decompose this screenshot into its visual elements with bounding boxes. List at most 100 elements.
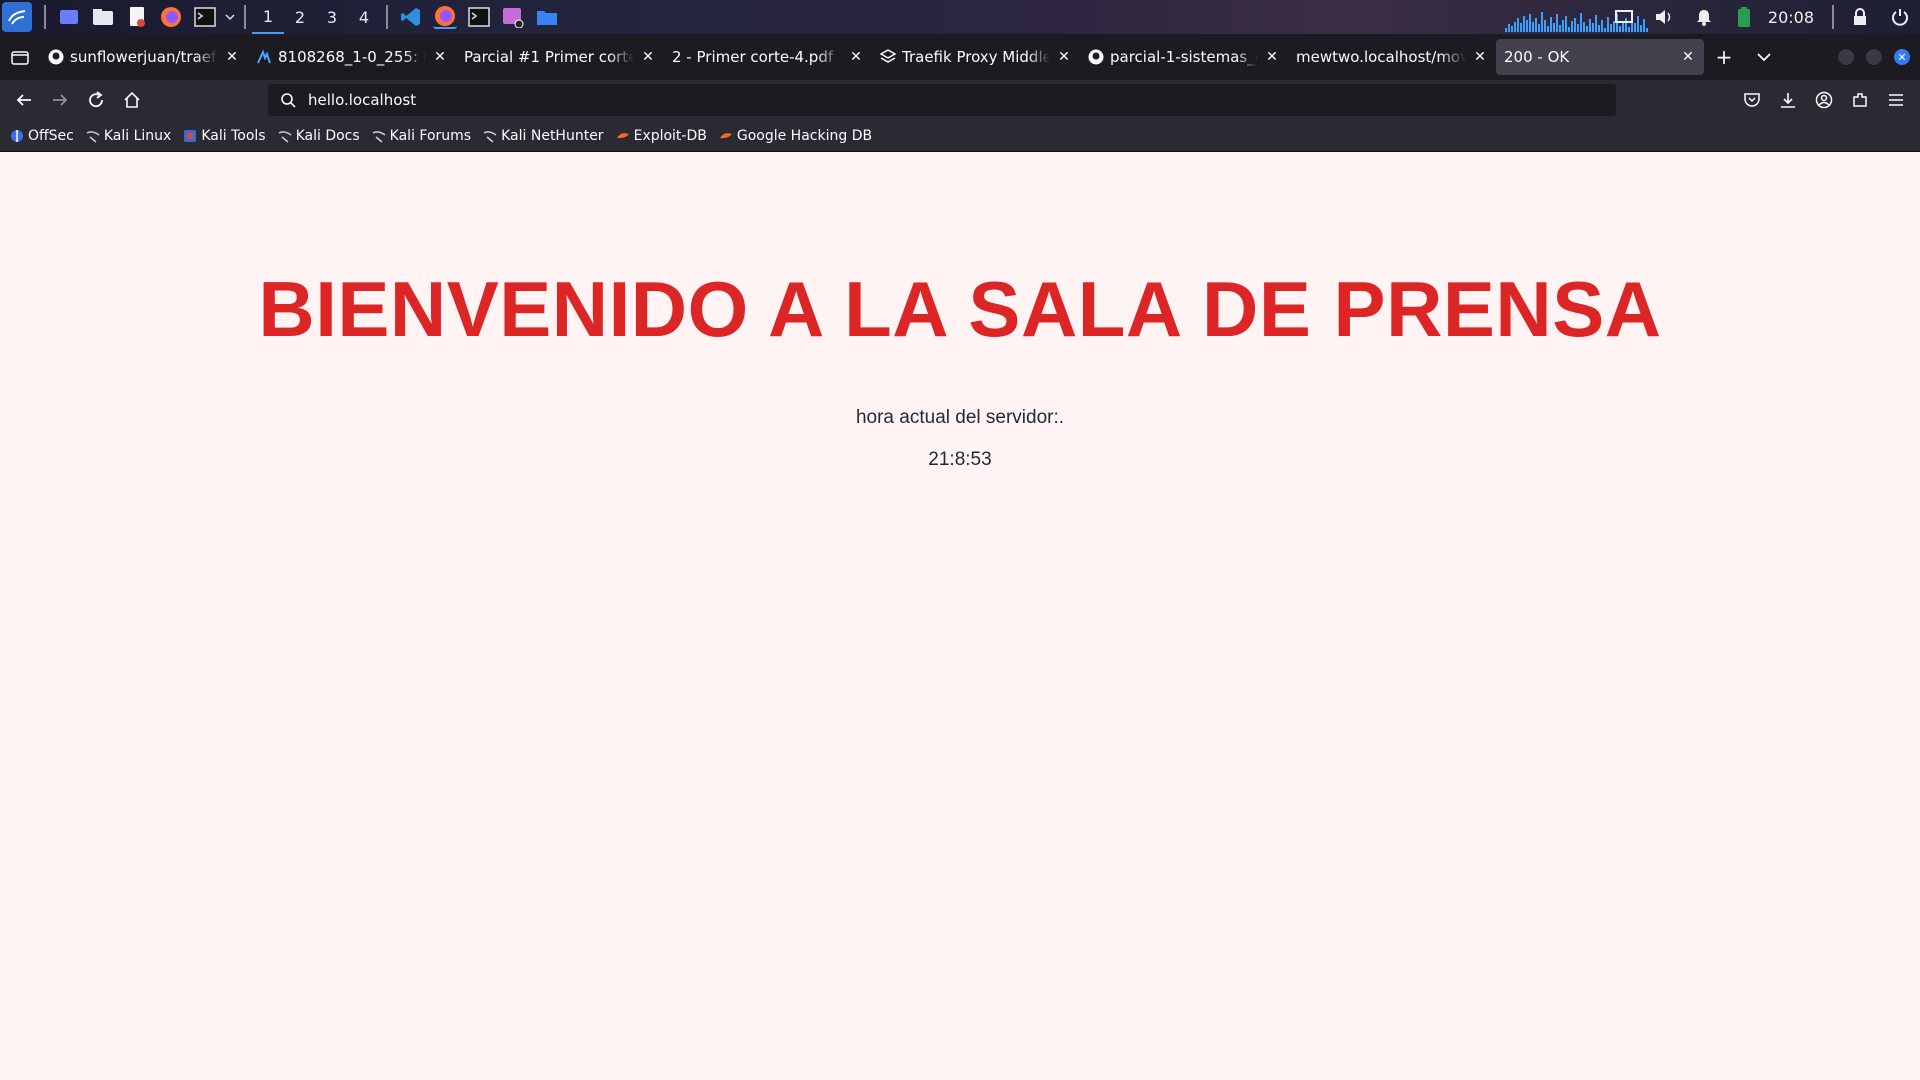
kali-dragon-icon: [372, 129, 386, 143]
show-desktop-icon[interactable]: [57, 5, 81, 29]
kali-dragon-icon: [86, 129, 100, 143]
account-button[interactable]: [1806, 84, 1842, 116]
bookmark-kali-nethunter[interactable]: Kali NetHunter: [483, 128, 604, 144]
bookmark-kali-tools[interactable]: Kali Tools: [183, 127, 266, 144]
notification-bell-icon[interactable]: [1692, 5, 1716, 29]
terminal-icon[interactable]: [193, 5, 217, 29]
system-tray: 20:08: [1604, 0, 1920, 34]
tab-title: Traefik Proxy Middlewa: [902, 48, 1050, 66]
list-all-tabs-button[interactable]: [1744, 39, 1784, 75]
lock-icon[interactable]: [1848, 5, 1872, 29]
firefox-icon[interactable]: [159, 5, 183, 29]
bookmark-label: Kali Tools: [201, 127, 266, 144]
url-input[interactable]: [308, 91, 1588, 109]
hamburger-menu-icon: [1889, 94, 1903, 106]
maximize-button[interactable]: [1866, 49, 1882, 65]
tab-parcial-primer-corte[interactable]: Parcial #1 Primer corte - 1 ✕: [456, 39, 664, 75]
back-button[interactable]: [6, 84, 42, 116]
chevron-down-icon[interactable]: [224, 5, 236, 29]
close-icon[interactable]: ✕: [1680, 49, 1696, 65]
screenshot-tool-icon[interactable]: [501, 5, 525, 29]
pocket-button[interactable]: [1734, 84, 1770, 116]
bookmark-label: Kali Forums: [389, 127, 472, 144]
text-editor-icon[interactable]: [125, 5, 149, 29]
bookmark-exploit-db[interactable]: Exploit-DB: [616, 128, 707, 144]
offsec-icon: [10, 129, 24, 143]
bookmark-offsec[interactable]: OffSec: [10, 128, 74, 144]
kali-menu-icon[interactable]: [2, 2, 32, 32]
close-window-button[interactable]: ✕: [1894, 49, 1910, 65]
reload-button[interactable]: [78, 84, 114, 116]
close-icon[interactable]: ✕: [432, 49, 448, 65]
bookmark-label: OffSec: [28, 127, 74, 144]
close-icon[interactable]: ✕: [224, 49, 240, 65]
battery-icon[interactable]: [1732, 5, 1756, 29]
bookmark-label: Exploit-DB: [633, 127, 707, 144]
tab-pdf-primer-corte[interactable]: 2 - Primer corte-4.pdf ✕: [664, 39, 872, 75]
file-manager-icon[interactable]: [91, 5, 115, 29]
workspace-1[interactable]: 1: [252, 0, 284, 34]
workspace-4[interactable]: 4: [348, 0, 380, 34]
traefik-icon: [880, 49, 896, 65]
tab-github-parcial[interactable]: parcial-1-sistemas_dist ✕: [1080, 39, 1288, 75]
new-tab-button[interactable]: +: [1704, 39, 1744, 75]
close-icon[interactable]: ✕: [1056, 49, 1072, 65]
forward-button[interactable]: [42, 84, 78, 116]
reload-icon: [89, 91, 103, 108]
bookmark-kali-linux[interactable]: Kali Linux: [86, 128, 171, 144]
taskbar-clock[interactable]: 20:08: [1768, 8, 1814, 27]
volume-icon[interactable]: [1652, 5, 1676, 29]
folder-icon[interactable]: [535, 5, 559, 29]
vscode-icon[interactable]: [399, 5, 423, 29]
tab-title: mewtwo.localhost/movies: [1296, 48, 1466, 66]
extensions-button[interactable]: [1842, 84, 1878, 116]
kali-tools-icon: [183, 129, 197, 143]
firefox-window-icon[interactable]: [433, 5, 457, 29]
taskbar-separator: [44, 5, 46, 29]
firefox-view-icon[interactable]: [0, 34, 40, 80]
bookmark-kali-docs[interactable]: Kali Docs: [278, 128, 360, 144]
page-content: BIENVENIDO A LA SALA DE PRENSA hora actu…: [0, 152, 1920, 1080]
bookmark-kali-forums[interactable]: Kali Forums: [372, 128, 471, 144]
server-time-label: hora actual del servidor:.: [855, 407, 1065, 428]
bookmark-google-hacking-db[interactable]: Google Hacking DB: [719, 128, 872, 144]
taskbar-separator: [1832, 5, 1834, 29]
app-menu-button[interactable]: [1878, 84, 1914, 116]
kali-dragon-icon: [483, 129, 497, 143]
workspace-3[interactable]: 3: [316, 0, 348, 34]
tab-title: sunflowerjuan/traefik_: [70, 48, 218, 66]
tab-github-traefik[interactable]: sunflowerjuan/traefik_ ✕: [40, 39, 248, 75]
tab-active-200-ok[interactable]: 200 - OK ✕: [1496, 39, 1704, 75]
moodle-icon: [256, 49, 272, 65]
puzzle-icon: [1853, 93, 1867, 107]
close-icon[interactable]: ✕: [1264, 49, 1280, 65]
close-icon[interactable]: ✕: [640, 49, 656, 65]
close-icon[interactable]: ✕: [848, 49, 864, 65]
window-controls: ✕: [1832, 34, 1916, 80]
display-icon[interactable]: [1612, 5, 1636, 29]
server-time-value: 21:8:53: [928, 449, 992, 470]
url-bar[interactable]: [268, 84, 1616, 116]
tab-title: parcial-1-sistemas_dist: [1110, 48, 1258, 66]
chevron-down-icon: [1757, 53, 1771, 62]
account-icon: [1815, 91, 1833, 109]
workspace-2[interactable]: 2: [284, 0, 316, 34]
search-icon: [268, 92, 308, 108]
taskbar-separator: [244, 5, 246, 29]
tab-traefik-docs[interactable]: Traefik Proxy Middlewa ✕: [872, 39, 1080, 75]
tab-moodle-parcial[interactable]: 8108268_1-0_255: Parc ✕: [248, 39, 456, 75]
pocket-icon: [1744, 93, 1760, 107]
downloads-button[interactable]: [1770, 84, 1806, 116]
tab-mewtwo-movies[interactable]: mewtwo.localhost/movies ✕: [1288, 39, 1496, 75]
download-icon: [1781, 93, 1795, 108]
minimize-button[interactable]: [1838, 49, 1854, 65]
power-icon[interactable]: [1888, 5, 1912, 29]
bookmark-label: Kali Linux: [103, 127, 172, 144]
terminal-window-icon[interactable]: [467, 5, 491, 29]
github-icon: [1088, 49, 1104, 65]
close-icon[interactable]: ✕: [1472, 49, 1488, 65]
bookmarks-toolbar: OffSec Kali Linux Kali Tools Kali Docs K…: [0, 120, 1920, 152]
browser-navbar: [0, 80, 1920, 120]
github-icon: [48, 49, 64, 65]
home-button[interactable]: [114, 84, 150, 116]
